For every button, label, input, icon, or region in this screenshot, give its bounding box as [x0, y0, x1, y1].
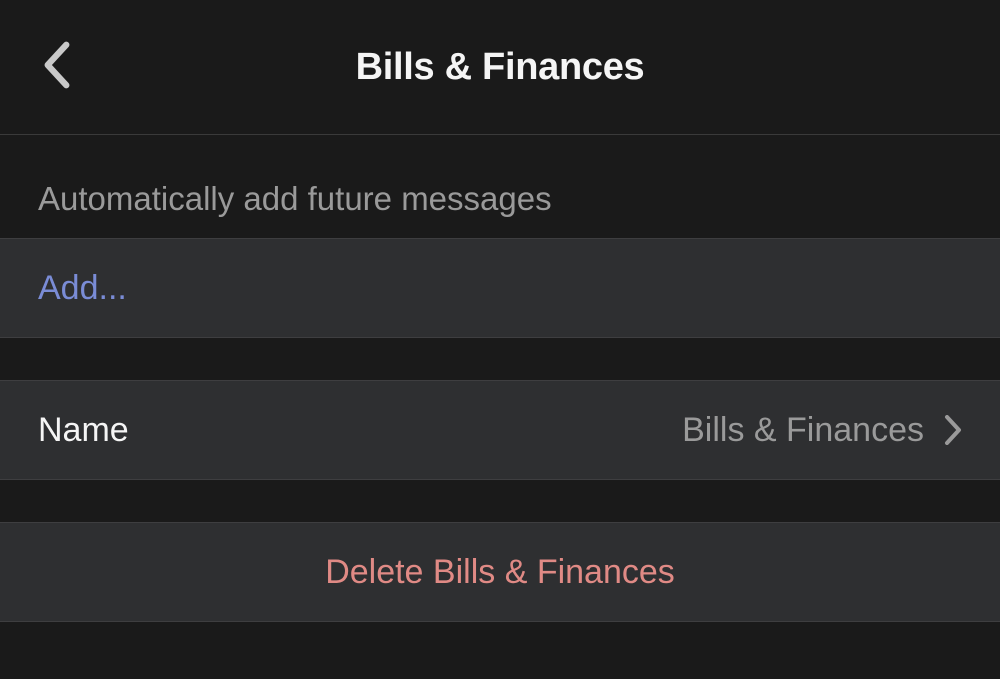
- page-title: Bills & Finances: [356, 46, 645, 89]
- spacer: [0, 338, 1000, 380]
- back-button[interactable]: [32, 42, 82, 92]
- name-value-group: Bills & Finances: [682, 411, 962, 450]
- name-value: Bills & Finances: [682, 411, 924, 450]
- name-label: Name: [38, 411, 129, 450]
- name-row[interactable]: Name Bills & Finances: [0, 380, 1000, 480]
- section-header-auto-add: Automatically add future messages: [0, 135, 1000, 238]
- delete-label: Delete Bills & Finances: [325, 553, 675, 592]
- delete-row[interactable]: Delete Bills & Finances: [0, 522, 1000, 622]
- nav-bar: Bills & Finances: [0, 0, 1000, 135]
- add-filter-label: Add...: [38, 269, 127, 308]
- chevron-right-icon: [944, 415, 962, 445]
- spacer: [0, 480, 1000, 522]
- chevron-left-icon: [43, 41, 71, 94]
- add-filter-row[interactable]: Add...: [0, 238, 1000, 338]
